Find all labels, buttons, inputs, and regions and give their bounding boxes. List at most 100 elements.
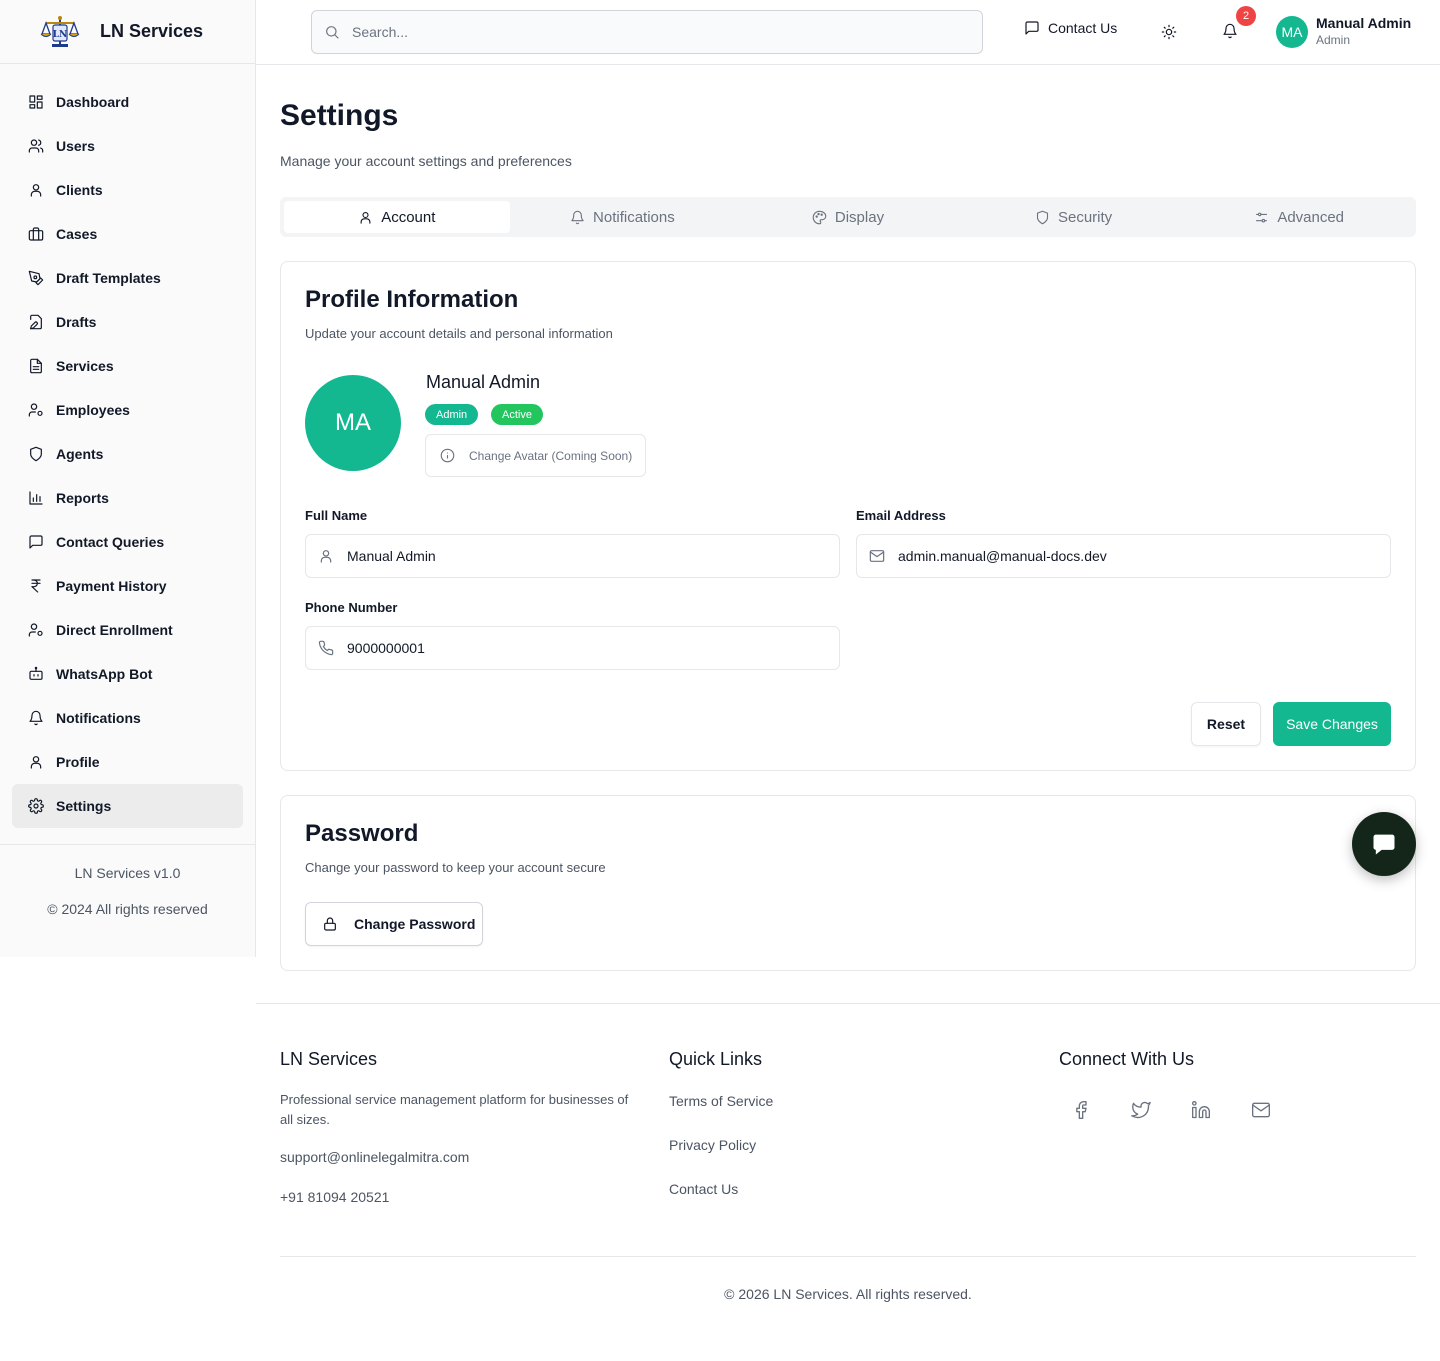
sidebar-footer: LN Services v1.0 © 2024 All rights reser… <box>0 844 255 917</box>
briefcase-icon <box>28 227 44 241</box>
sidebar-item-notifications[interactable]: Notifications <box>12 696 243 740</box>
user-name: Manual Admin <box>1316 15 1412 31</box>
email-link[interactable] <box>1251 1100 1271 1120</box>
linkedin-icon <box>1192 1101 1210 1119</box>
save-changes-button[interactable]: Save Changes <box>1273 702 1391 746</box>
sidebar-item-whatsapp-bot[interactable]: WhatsApp Bot <box>12 652 243 696</box>
status-badge: Active <box>491 404 543 425</box>
sidebar-item-services[interactable]: Services <box>12 344 243 388</box>
search-box[interactable] <box>311 10 983 54</box>
sidebar-nav: Dashboard Users Clients Cases Draft Temp… <box>0 64 255 828</box>
sun-icon <box>1161 24 1177 40</box>
email-field[interactable] <box>856 534 1391 578</box>
sidebar-copyright: © 2024 All rights reserved <box>47 901 208 917</box>
phone-icon <box>318 640 334 656</box>
tab-advanced[interactable]: Advanced <box>1186 201 1412 233</box>
footer-link-contact[interactable]: Contact Us <box>669 1181 738 1197</box>
sidebar-item-label: Agents <box>56 446 104 462</box>
user-icon <box>320 550 332 563</box>
tab-security[interactable]: Security <box>961 201 1187 233</box>
message-icon <box>29 535 43 549</box>
sidebar-item-settings[interactable]: Settings <box>12 784 243 828</box>
mail-icon <box>869 550 885 562</box>
connect-title: Connect With Us <box>1059 1049 1195 1069</box>
linkedin-link[interactable] <box>1191 1100 1211 1120</box>
change-avatar-button[interactable]: Change Avatar (Coming Soon) <box>425 434 646 477</box>
phone-input[interactable] <box>347 640 817 656</box>
sidebar-item-label: Employees <box>56 402 130 418</box>
chat-fab-button[interactable] <box>1352 812 1416 876</box>
bell-icon <box>29 710 43 726</box>
card-title: Profile Information <box>305 286 519 313</box>
email-label: Email Address <box>856 508 946 523</box>
tab-display[interactable]: Display <box>735 201 961 233</box>
footer-link-terms[interactable]: Terms of Service <box>669 1093 773 1109</box>
change-password-button[interactable]: Change Password <box>305 902 483 946</box>
notifications-button[interactable] <box>1222 23 1238 39</box>
facebook-icon <box>1076 1101 1087 1119</box>
sidebar-item-label: Drafts <box>56 314 97 330</box>
message-icon <box>1025 21 1039 35</box>
footer-email[interactable]: support@onlinelegalmitra.com <box>280 1149 469 1165</box>
page-title: Settings <box>280 99 399 132</box>
search-icon <box>326 26 339 39</box>
sidebar-item-contact-queries[interactable]: Contact Queries <box>12 520 243 564</box>
bell-icon <box>571 210 584 224</box>
settings-tabs: Account Notifications Display Security A… <box>280 197 1416 237</box>
card-title: Password <box>305 820 419 847</box>
search-input[interactable] <box>352 24 952 40</box>
sidebar-item-dashboard[interactable]: Dashboard <box>12 80 243 124</box>
phone-field[interactable] <box>305 626 840 670</box>
user-cog-icon <box>28 403 43 417</box>
bar-chart-icon <box>29 491 43 505</box>
reset-button[interactable]: Reset <box>1191 702 1261 746</box>
twitter-link[interactable] <box>1131 1100 1151 1120</box>
card-subtitle: Update your account details and personal… <box>305 326 613 341</box>
change-password-label: Change Password <box>354 916 476 932</box>
phone-label: Phone Number <box>305 600 398 615</box>
profile-avatar: MA <box>305 375 401 471</box>
sidebar-item-label: Payment History <box>56 578 167 594</box>
sidebar-item-payment-history[interactable]: Payment History <box>12 564 243 608</box>
sidebar-item-users[interactable]: Users <box>12 124 243 168</box>
sidebar-item-direct-enrollment[interactable]: Direct Enrollment <box>12 608 243 652</box>
full-name-field[interactable] <box>305 534 840 578</box>
sidebar-item-label: Settings <box>56 798 112 814</box>
user-menu[interactable]: Manual Admin Admin <box>1316 15 1411 47</box>
full-name-input[interactable] <box>347 548 817 564</box>
brand[interactable]: LN LN Services <box>0 0 255 64</box>
contact-us-button[interactable]: Contact Us <box>1024 20 1117 36</box>
footer-link-privacy[interactable]: Privacy Policy <box>669 1137 756 1153</box>
avatar[interactable]: MA <box>1276 16 1308 48</box>
sidebar-item-cases[interactable]: Cases <box>12 212 243 256</box>
tab-label: Account <box>381 208 436 226</box>
user-role: Admin <box>1316 33 1351 47</box>
facebook-link[interactable] <box>1071 1100 1091 1120</box>
tab-account[interactable]: Account <box>284 201 510 233</box>
sidebar-item-draft-templates[interactable]: Draft Templates <box>12 256 243 300</box>
sidebar-item-label: Notifications <box>56 710 141 726</box>
sidebar-item-label: WhatsApp Bot <box>56 666 153 682</box>
sidebar-item-label: Direct Enrollment <box>56 622 173 638</box>
tab-notifications[interactable]: Notifications <box>510 201 736 233</box>
sidebar-item-reports[interactable]: Reports <box>12 476 243 520</box>
email-input[interactable] <box>898 548 1368 564</box>
bell-icon <box>1223 23 1237 39</box>
tab-label: Notifications <box>593 208 675 226</box>
sidebar-item-agents[interactable]: Agents <box>12 432 243 476</box>
profile-information-card: Profile Information Update your account … <box>280 261 1416 771</box>
role-badge: Admin <box>425 404 479 425</box>
footer-phone[interactable]: +91 81094 20521 <box>280 1189 389 1205</box>
sidebar-item-profile[interactable]: Profile <box>12 740 243 784</box>
bot-icon <box>29 666 43 680</box>
user-cog-icon <box>28 623 43 637</box>
sidebar-item-clients[interactable]: Clients <box>12 168 243 212</box>
sidebar-item-drafts[interactable]: Drafts <box>12 300 243 344</box>
chat-bubble-icon <box>1373 834 1395 855</box>
sidebar-item-employees[interactable]: Employees <box>12 388 243 432</box>
sidebar-item-label: Clients <box>56 182 103 198</box>
top-header: Contact Us 2 MA Manual Admin Admin <box>256 0 1440 65</box>
user-icon <box>30 184 42 197</box>
lock-icon <box>324 917 336 931</box>
theme-toggle-button[interactable] <box>1161 24 1177 40</box>
